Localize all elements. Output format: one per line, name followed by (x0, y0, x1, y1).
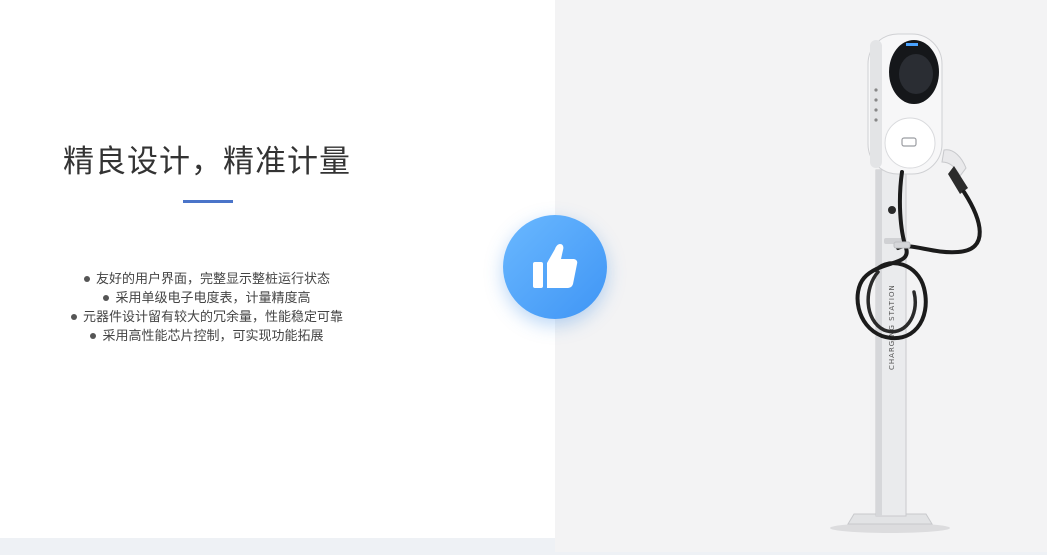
feature-item: 元器件设计留有较大的冗余量，性能稳定可靠 (0, 308, 414, 327)
feature-text: 采用高性能芯片控制，可实现功能拓展 (102, 329, 324, 344)
station-label: CHARGING STATION (888, 284, 896, 370)
text-panel (0, 0, 555, 538)
bullet-icon (103, 294, 110, 301)
feature-item: 采用单级电子电度表，计量精度高 (0, 289, 414, 308)
charging-station-image: CHARGING STATION (830, 33, 982, 533)
title-underline (183, 200, 233, 203)
feature-text: 友好的用户界面，完整显示整桩运行状态 (95, 272, 330, 287)
feature-text: 元器件设计留有较大的冗余量，性能稳定可靠 (82, 310, 343, 325)
section-title: 精良设计，精准计量 (63, 144, 351, 180)
bullet-icon (70, 313, 77, 320)
divider-strip (0, 538, 555, 555)
feature-item: 采用高性能芯片控制，可实现功能拓展 (0, 327, 414, 346)
feature-list: 友好的用户界面，完整显示整桩运行状态 采用单级电子电度表，计量精度高 元器件设计… (0, 270, 414, 346)
feature-item: 友好的用户界面，完整显示整桩运行状态 (0, 270, 414, 289)
thumbs-up-icon (533, 244, 578, 288)
thumbs-up-badge (503, 215, 607, 319)
feature-text: 采用单级电子电度表，计量精度高 (115, 291, 311, 306)
bullet-icon (83, 275, 90, 282)
bullet-icon (90, 332, 97, 339)
